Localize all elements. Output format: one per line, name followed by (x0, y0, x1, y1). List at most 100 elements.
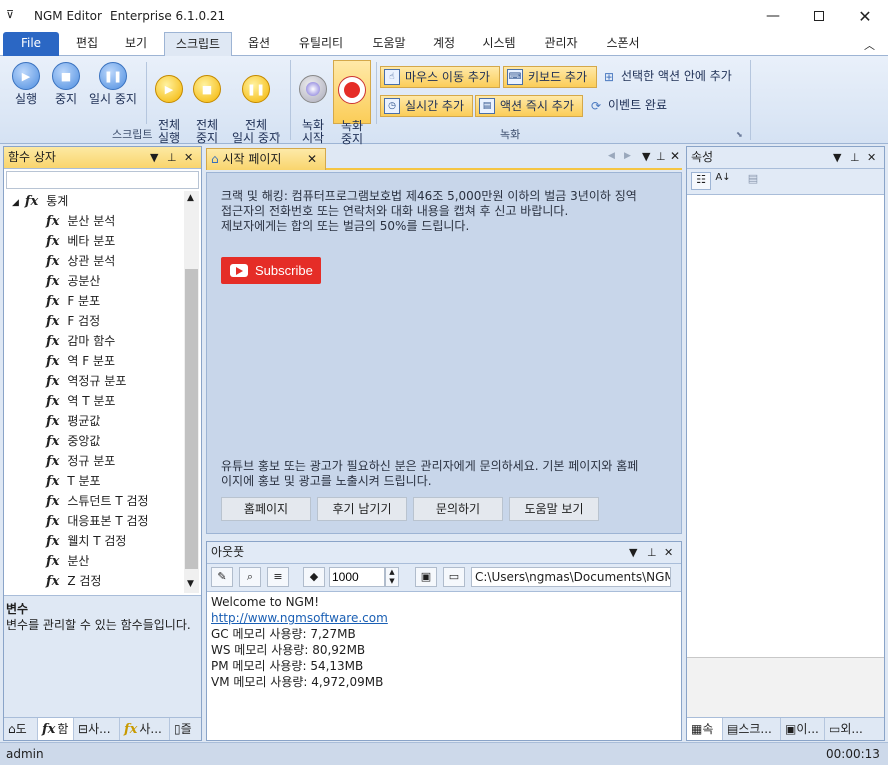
tree-item[interactable]: fx 분산 분석 (4, 211, 115, 231)
script-group-launcher-icon[interactable]: ⬊ (274, 130, 281, 139)
add-realtime-button[interactable]: ◷ 실시간 추가 (380, 95, 473, 117)
panel-dropdown-icon[interactable]: ▼ (833, 147, 841, 168)
close-panel-icon[interactable]: ✕ (664, 542, 673, 563)
close-panel-icon[interactable]: ✕ (184, 147, 193, 168)
pause-button[interactable]: ❚❚ 일시 중지 (86, 62, 140, 106)
bottom-tab-4[interactable]: fx 사... (120, 718, 170, 740)
line-limit-stepper[interactable]: ▲ ▼ (385, 567, 399, 587)
tree-item[interactable]: fx F 검정 (4, 311, 100, 331)
bottom-tab-script[interactable]: ▤스크... (723, 718, 781, 740)
stepper-up-icon[interactable]: ▲ (389, 568, 394, 576)
tree-item[interactable]: fx 역 T 분포 (4, 391, 115, 411)
add-mouse-move-button[interactable]: ☝ 마우스 이동 추가 (380, 66, 500, 88)
tree-item[interactable]: fx 정규 분포 (4, 451, 115, 471)
tab-utility[interactable]: 유틸리티 (288, 32, 354, 56)
pin-icon[interactable]: ⊥ (850, 147, 860, 168)
tab-script[interactable]: 스크립트 (164, 32, 232, 57)
run-button[interactable]: ▶ 실행 (8, 62, 44, 106)
tab-help[interactable]: 도움말 (362, 32, 416, 56)
clear-broom-icon[interactable]: ✎ (211, 567, 233, 587)
close-panel-icon[interactable]: ✕ (867, 147, 876, 168)
write-review-button[interactable]: 후기 남기기 (317, 497, 407, 521)
stop-all-button[interactable]: ■ 전체 중지 (190, 62, 224, 145)
categorized-icon[interactable]: ☷ (691, 172, 711, 190)
help-button[interactable]: 도움말 보기 (509, 497, 599, 521)
tree-item[interactable]: fx 역정규 분포 (4, 371, 126, 391)
scrollbar-thumb[interactable] (185, 269, 198, 569)
save-icon[interactable]: ▣ (415, 567, 437, 587)
tree-item[interactable]: fx F 분포 (4, 291, 100, 311)
bottom-tab-5[interactable]: ▯즐 (170, 718, 201, 740)
tab-admin[interactable]: 관리자 (534, 32, 588, 56)
tree-item[interactable]: fx 베타 분포 (4, 231, 115, 251)
tab-system[interactable]: 시스템 (472, 32, 526, 56)
panel-dropdown-icon[interactable]: ▼ (629, 542, 637, 563)
wrap-lines-icon[interactable]: ≡ (267, 567, 289, 587)
output-path-field[interactable]: C:\Users\ngmas\Documents\NGM6\ (471, 567, 671, 587)
tree-item[interactable]: fx 공분산 (4, 271, 100, 291)
panel-dropdown-icon[interactable]: ▼ (150, 147, 158, 168)
close-tab-icon[interactable]: ✕ (307, 149, 317, 169)
record-start-button[interactable]: 녹화 시작 (296, 62, 330, 145)
close-window-button[interactable]: ✕ (842, 0, 888, 32)
stepper-down-icon[interactable]: ▼ (389, 577, 394, 585)
tab-file[interactable]: File (3, 32, 59, 56)
tab-sponsor[interactable]: 스폰서 (596, 32, 650, 56)
pin-icon[interactable]: ⊥ (647, 542, 657, 563)
tab-account[interactable]: 계정 (422, 32, 466, 56)
eraser-icon[interactable]: ◆ (303, 567, 325, 587)
tab-options[interactable]: 옵션 (236, 32, 282, 56)
contact-button[interactable]: 문의하기 (413, 497, 503, 521)
add-keyboard-button[interactable]: ⌨ 키보드 추가 (503, 66, 597, 88)
close-document-icon[interactable]: ✕ (670, 149, 680, 163)
pin-icon[interactable]: ⊥ (656, 150, 666, 163)
output-url-link[interactable]: http://www.ngmsoftware.com (211, 610, 388, 626)
scroll-up-icon[interactable]: ▲ (187, 193, 194, 203)
maximize-button[interactable] (796, 0, 842, 32)
line-limit-input[interactable] (329, 567, 385, 587)
record-group-launcher-icon[interactable]: ⬊ (736, 130, 743, 139)
function-search-input[interactable] (6, 171, 199, 189)
tree-item[interactable]: fx 스튜던트 T 검정 (4, 491, 149, 511)
tree-item[interactable]: fx 감마 함수 (4, 331, 115, 351)
tree-item[interactable]: fx 역 F 분포 (4, 351, 115, 371)
scroll-down-icon[interactable]: ▼ (187, 579, 194, 589)
run-all-button[interactable]: ▶ 전체 실행 (152, 62, 186, 145)
tab-scroll-left-icon[interactable]: ◀ (608, 151, 615, 161)
expand-arrow-icon[interactable]: ◢ (12, 198, 19, 208)
quick-access-menu-icon[interactable]: ⊽ (6, 8, 14, 21)
bottom-tab-image[interactable]: ▣이... (781, 718, 825, 740)
record-stop-button[interactable]: 녹화 중지 (333, 60, 371, 146)
tree-item[interactable]: fx Z 검정 (4, 571, 101, 591)
add-action-now-button[interactable]: ▤ 액션 즉시 추가 (475, 95, 583, 117)
bottom-tab-2[interactable]: fx 함 (38, 718, 74, 740)
minimize-button[interactable]: — (750, 0, 796, 32)
collapse-ribbon-icon[interactable]: ︿ (864, 37, 875, 53)
tab-list-icon[interactable]: ▼ (642, 150, 650, 163)
tree-item[interactable]: fx T 분포 (4, 471, 101, 491)
tab-scroll-right-icon[interactable]: ▶ (624, 151, 631, 161)
bottom-tab-external[interactable]: ▭외... (825, 718, 884, 740)
pin-icon[interactable]: ⊥ (167, 147, 177, 168)
bottom-tab-1[interactable]: ⌂도 (4, 718, 38, 740)
tree-scrollbar[interactable]: ▲ ▼ (184, 191, 199, 593)
subscribe-button[interactable]: Subscribe (221, 257, 321, 284)
bottom-tab-properties[interactable]: ▦속 (687, 718, 723, 740)
property-pages-icon[interactable]: ▤ (743, 172, 763, 190)
sort-alphabetical-icon[interactable]: A↓ (713, 172, 733, 190)
open-folder-icon[interactable]: ▭ (443, 567, 465, 587)
event-complete-button[interactable]: ⟳ 이벤트 완료 (586, 95, 682, 117)
tree-root-statistics[interactable]: ◢ fx 통계 (4, 191, 68, 211)
tree-item[interactable]: fx 상관 분석 (4, 251, 115, 271)
tree-item[interactable]: fx 분산 (4, 551, 89, 571)
find-document-icon[interactable]: ⌕ (239, 567, 261, 587)
homepage-button[interactable]: 홈페이지 (221, 497, 311, 521)
tree-item[interactable]: fx 대응표본 T 검정 (4, 511, 149, 531)
tree-item[interactable]: fx 평균값 (4, 411, 100, 431)
tab-edit[interactable]: 편집 (62, 32, 112, 56)
tab-view[interactable]: 보기 (112, 32, 160, 56)
add-into-selected-action-button[interactable]: ⊞ 선택한 액션 안에 추가 (599, 66, 749, 88)
tab-start-page[interactable]: ⌂ 시작 페이지 ✕ (206, 148, 326, 170)
tree-item[interactable]: fx 웰치 T 검정 (4, 531, 126, 551)
tree-item[interactable]: fx 중앙값 (4, 431, 100, 451)
